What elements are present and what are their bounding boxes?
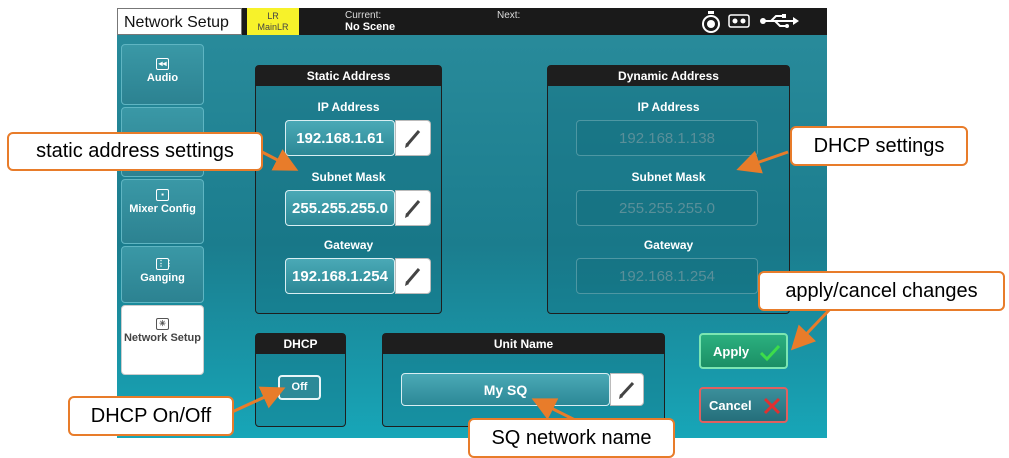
- mix-tag-line2: MainLR: [257, 22, 289, 32]
- mix-selector-tag[interactable]: LR MainLR: [247, 8, 299, 35]
- network-name-callout: SQ network name: [468, 418, 675, 458]
- unit-name-field[interactable]: My SQ: [401, 373, 610, 406]
- mixer-screen: Network Setup LR MainLR Current: No Scen…: [117, 8, 827, 438]
- sidebar-item-ganging[interactable]: ⋮⋮ Ganging: [121, 246, 204, 303]
- stopwatch-icon[interactable]: [699, 11, 723, 33]
- ganging-icon: ⋮⋮: [156, 258, 173, 270]
- dhcp-settings-callout: DHCP settings: [790, 126, 968, 166]
- static-gateway-field[interactable]: 192.168.1.254: [285, 258, 395, 294]
- static-ip-field[interactable]: 192.168.1.61: [285, 120, 395, 156]
- sidebar-item-label: Network Setup: [123, 332, 201, 344]
- usb-icon: [760, 14, 799, 28]
- unit-name-edit-button[interactable]: [610, 373, 644, 406]
- sidebar-item-label: Mixer Config: [129, 203, 196, 215]
- cancel-label: Cancel: [709, 398, 752, 413]
- dynamic-ip-label: IP Address: [637, 100, 700, 114]
- close-icon: [763, 397, 781, 415]
- tape-icon[interactable]: [728, 14, 750, 28]
- dynamic-address-panel: Dynamic Address IP Address 192.168.1.138…: [547, 65, 790, 314]
- apply-cancel-callout: apply/cancel changes: [758, 271, 1005, 311]
- checkmark-icon: [759, 344, 781, 362]
- current-scene-value: No Scene: [345, 21, 396, 33]
- sidebar: ◂◂ Audio ▪ Mixer Config ⋮⋮ Ganging ✳ Net…: [117, 44, 207, 438]
- dynamic-ip-field: 192.168.1.138: [576, 120, 758, 156]
- dynamic-subnet-label: Subnet Mask: [631, 170, 706, 184]
- audio-icon: ◂◂: [156, 58, 169, 70]
- sidebar-item-mixer-config[interactable]: ▪ Mixer Config: [121, 179, 204, 244]
- static-ip-label: IP Address: [317, 100, 380, 114]
- unit-name-panel: Unit Name My SQ: [382, 333, 665, 427]
- sidebar-item-label: Ganging: [140, 272, 185, 284]
- dynamic-gateway-field: 192.168.1.254: [576, 258, 758, 294]
- static-subnet-label: Subnet Mask: [311, 170, 386, 184]
- static-address-callout: static address settings: [7, 132, 263, 171]
- static-gateway-label: Gateway: [323, 238, 374, 252]
- pencil-icon: [405, 130, 421, 148]
- mix-tag-line1: LR: [267, 11, 279, 21]
- sidebar-item-network-setup[interactable]: ✳ Network Setup: [121, 305, 204, 375]
- mixer-config-icon: ▪: [156, 189, 169, 201]
- static-ip-edit-button[interactable]: [395, 120, 431, 156]
- apply-button[interactable]: Apply: [699, 333, 788, 369]
- static-subnet-field[interactable]: 255.255.255.0: [285, 190, 395, 226]
- network-icon: ✳: [156, 318, 169, 330]
- dynamic-gateway-label: Gateway: [643, 238, 694, 252]
- pencil-icon: [619, 381, 635, 399]
- static-address-panel: Static Address IP Address 192.168.1.61 S…: [255, 65, 442, 314]
- pencil-icon: [405, 268, 421, 286]
- dynamic-address-title: Dynamic Address: [548, 66, 789, 86]
- apply-label: Apply: [713, 344, 750, 359]
- top-bar: Network Setup LR MainLR Current: No Scen…: [117, 8, 827, 35]
- pencil-icon: [405, 200, 421, 218]
- next-scene-label: Next:: [497, 10, 521, 21]
- page-title: Network Setup: [117, 8, 242, 35]
- static-subnet-edit-button[interactable]: [395, 190, 431, 226]
- static-gateway-edit-button[interactable]: [395, 258, 431, 294]
- dhcp-onoff-callout: DHCP On/Off: [68, 396, 234, 436]
- dhcp-title: DHCP: [256, 334, 345, 354]
- static-address-title: Static Address: [256, 66, 441, 86]
- dynamic-subnet-field: 255.255.255.0: [576, 190, 758, 226]
- sidebar-item-label: Audio: [146, 72, 179, 84]
- dhcp-toggle-button[interactable]: Off: [278, 375, 321, 400]
- current-scene-label: Current:: [345, 10, 382, 21]
- cancel-button[interactable]: Cancel: [699, 387, 788, 423]
- sidebar-item-audio[interactable]: ◂◂ Audio: [121, 44, 204, 105]
- dhcp-panel: DHCP Off: [255, 333, 346, 427]
- unit-name-title: Unit Name: [383, 334, 664, 354]
